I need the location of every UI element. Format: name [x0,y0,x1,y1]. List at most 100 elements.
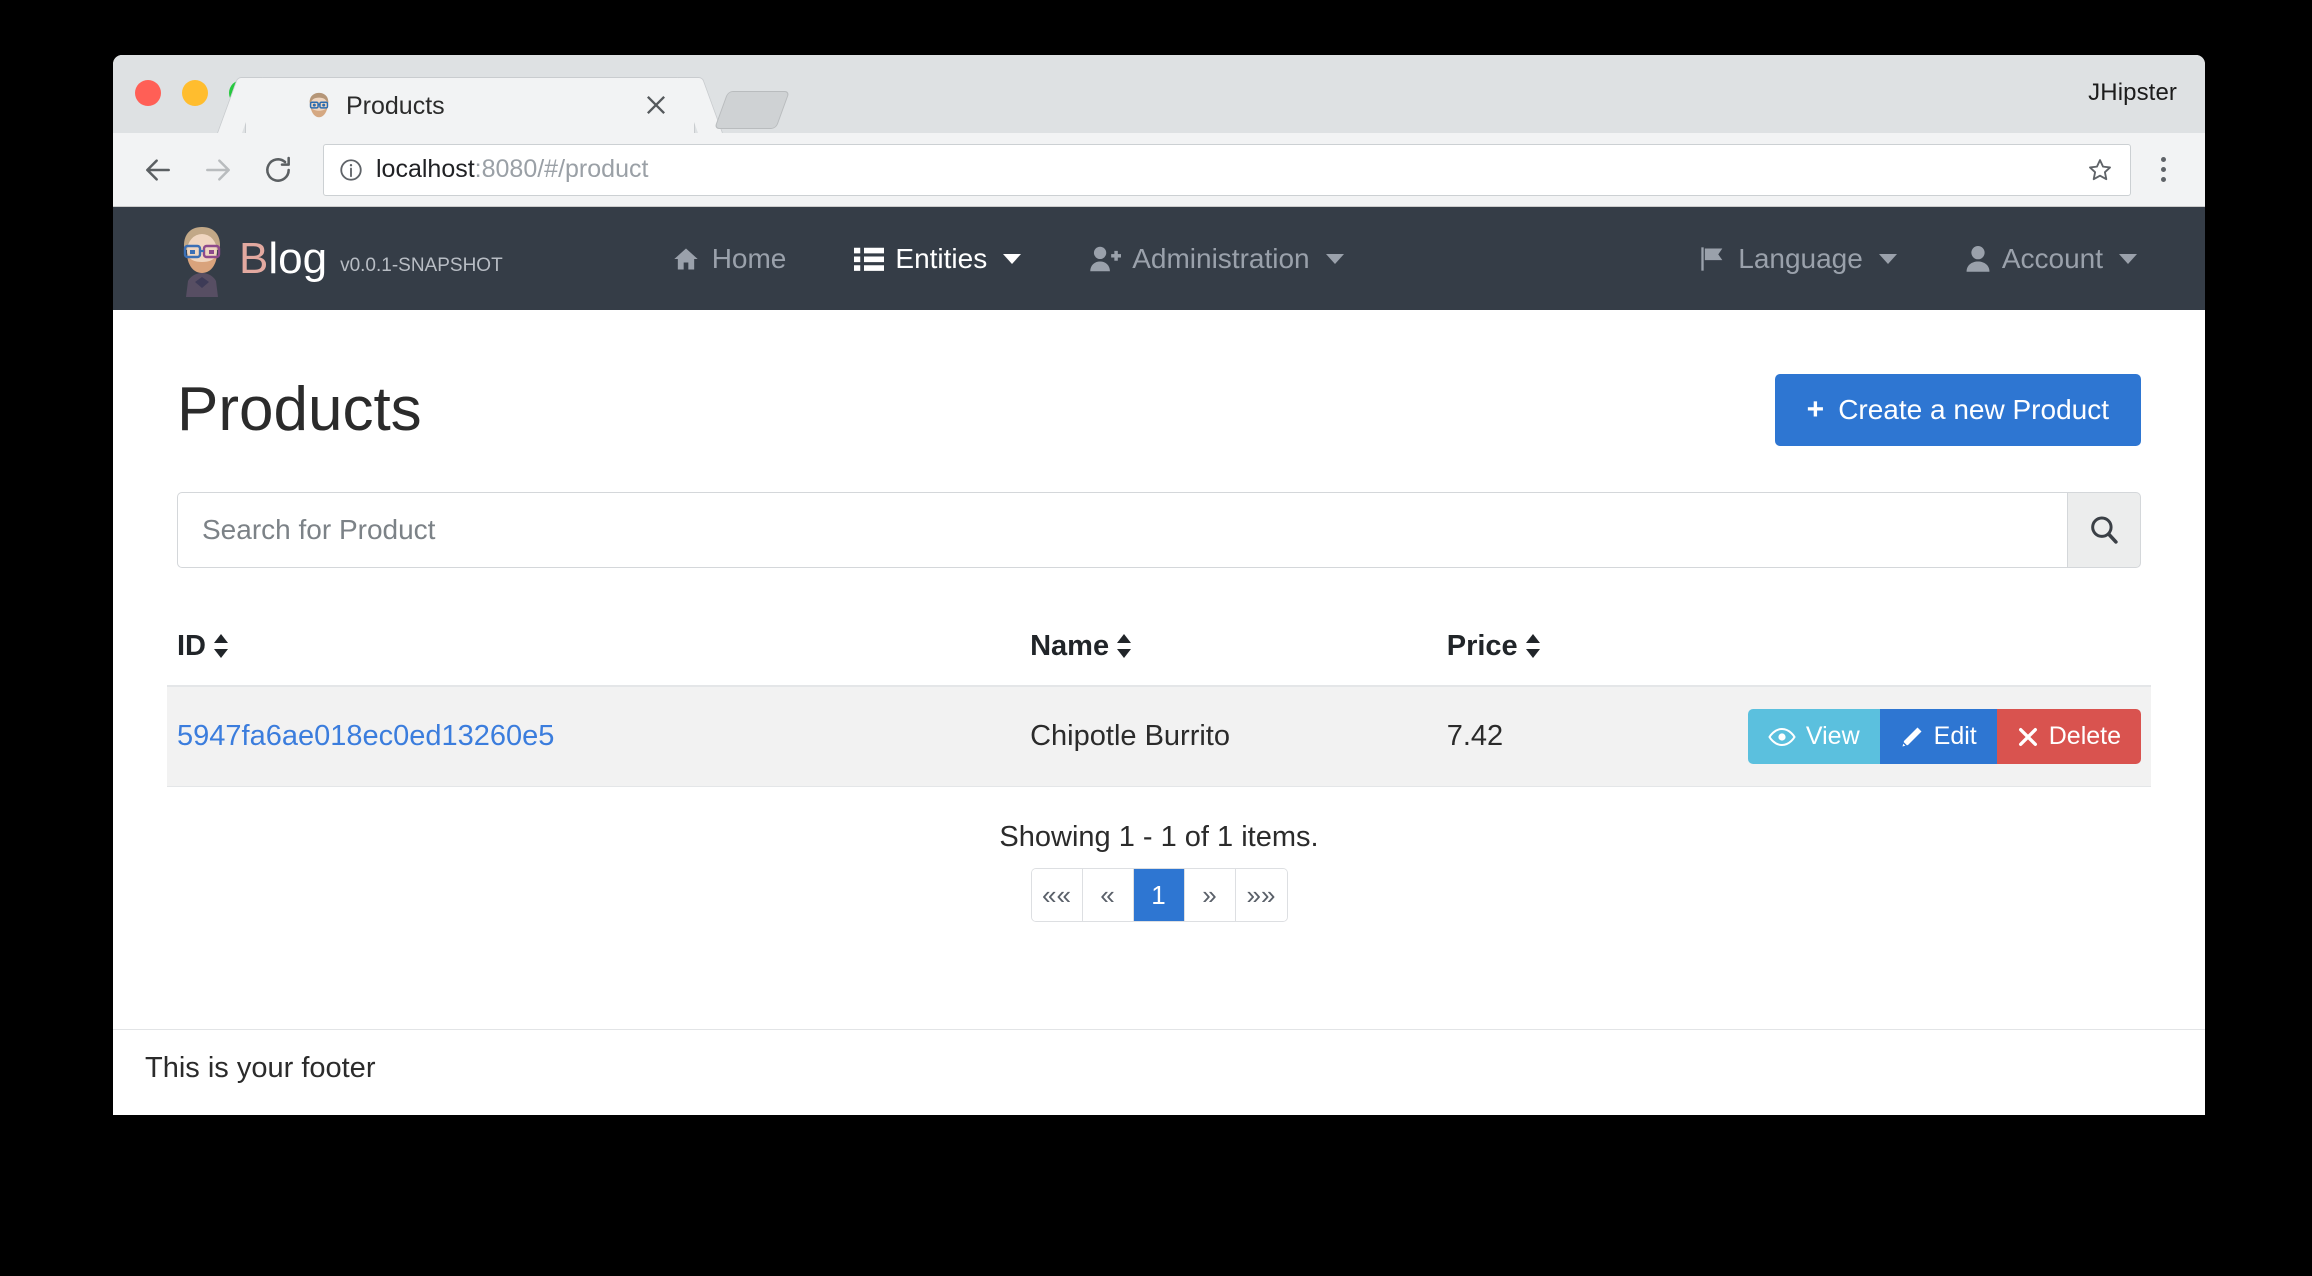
times-icon [2018,727,2037,746]
column-header-actions [1714,614,2151,687]
browser-toolbar: localhost:8080/#/product [113,133,2205,207]
user-icon [1966,245,1990,272]
edit-product-label: Edit [1933,722,1977,750]
view-product-label: View [1805,722,1860,750]
navbar-right-items: Language Account [1665,243,2171,275]
product-id-link[interactable]: 5947fa6ae018ec0ed13260e5 [177,720,554,752]
forward-arrow-icon[interactable] [195,147,241,193]
chevron-down-icon [2119,253,2137,264]
view-product-button[interactable]: View [1747,709,1880,764]
pagination-area: Showing 1 - 1 of 1 items. «« « 1 » »» [167,821,2151,922]
jhipster-favicon-icon [309,92,329,118]
url-host: localhost [376,155,475,183]
star-icon[interactable] [2086,156,2114,184]
nav-item-language[interactable]: Language [1665,243,1931,275]
brand-name-prefix: B [239,233,269,283]
close-window-button[interactable] [135,80,161,106]
delete-product-label: Delete [2048,722,2121,750]
brand-link[interactable]: Blog v0.0.1-SNAPSHOT [171,221,503,297]
nav-item-account[interactable]: Account [1931,243,2171,275]
search-button[interactable] [2067,492,2141,568]
brand-name: Blog [239,233,328,283]
column-header-price-label: Price [1446,630,1518,662]
page-footer: This is your footer [113,1029,2205,1115]
home-icon [674,248,698,269]
cell-price: 7.42 [1436,686,1715,787]
brand-version: v0.0.1-SNAPSHOT [340,254,503,276]
chevron-down-icon [1003,253,1022,264]
page-header: Products + Create a new Product [167,310,2151,446]
column-header-id[interactable]: ID [167,614,1021,687]
column-header-name[interactable]: Name [1020,614,1437,687]
jhipster-avatar-icon [183,226,221,297]
previous-page-button[interactable]: « [1082,869,1134,921]
nav-item-administration-label: Administration [1132,242,1310,274]
browser-profile-label[interactable]: JHipster [2088,79,2177,107]
column-header-price[interactable]: Price [1436,614,1715,687]
pagination: «« « 1 » »» [1030,868,1288,922]
table-header-row: ID Name Price [167,614,2151,687]
sort-icon[interactable] [1117,633,1132,659]
address-bar-url: localhost:8080/#/product [376,155,648,184]
close-tab-icon[interactable] [642,91,670,119]
navbar-main-items: Home Entities Administration [637,243,1666,275]
last-page-button[interactable]: »» [1235,869,1287,921]
column-header-name-label: Name [1030,630,1110,662]
brand-name-suffix: log [268,233,328,283]
products-table-body: 5947fa6ae018ec0ed13260e5 Chipotle Burrit… [167,686,2151,787]
nav-item-home-label: Home [711,242,787,274]
create-new-product-label: Create a new Product [1838,394,2109,425]
pagination-summary: Showing 1 - 1 of 1 items. [999,821,1319,853]
nav-item-entities-label: Entities [895,242,988,274]
browser-window: Products JHipster localhost:8080/#/produ… [113,55,2205,1115]
sort-icon[interactable] [1525,633,1540,659]
pencil-icon [1902,727,1922,746]
delete-product-button[interactable]: Delete [1996,709,2141,764]
browser-tab-products[interactable]: Products [245,77,695,133]
flag-icon [1701,246,1723,271]
back-arrow-icon[interactable] [135,147,181,193]
product-search-row [177,492,2141,568]
new-tab-button[interactable] [714,91,790,129]
nav-item-administration[interactable]: Administration [1055,243,1377,275]
page-title: Products [177,375,422,444]
search-input[interactable] [177,492,2067,568]
minimize-window-button[interactable] [182,80,208,106]
nav-item-account-label: Account [2001,242,2103,274]
plus-icon: + [1806,393,1825,426]
table-row: 5947fa6ae018ec0ed13260e5 Chipotle Burrit… [167,686,2151,787]
app-navbar: Blog v0.0.1-SNAPSHOT Home Entities Admin… [113,207,2205,310]
cell-name: Chipotle Burrito [1020,686,1437,787]
nav-item-entities[interactable]: Entities [820,243,1055,275]
nav-item-language-label: Language [1738,242,1863,274]
chevron-down-icon [1878,253,1897,264]
chevron-down-icon [1325,253,1344,264]
cell-actions: View Edit Delete [1714,686,2151,787]
edit-product-button[interactable]: Edit [1879,709,1997,764]
url-path: :8080/#/product [474,155,649,183]
products-table-head: ID Name Price [167,614,2151,687]
eye-icon [1768,727,1796,746]
nav-item-home[interactable]: Home [637,243,821,275]
reload-icon[interactable] [255,147,301,193]
column-header-id-label: ID [177,630,206,662]
footer-text: This is your footer [145,1052,376,1084]
create-new-product-button[interactable]: + Create a new Product [1774,374,2141,446]
first-page-button[interactable]: «« [1031,869,1083,921]
sort-icon[interactable] [214,633,228,659]
page-content: Products + Create a new Product Search f… [113,310,2205,922]
user-plus-icon [1090,246,1122,271]
list-icon [854,247,885,271]
row-action-button-group: View Edit Delete [1747,709,2141,764]
browser-tab-title: Products [346,92,445,120]
address-bar[interactable]: localhost:8080/#/product [323,143,2131,196]
page-viewport: Blog v0.0.1-SNAPSHOT Home Entities Admin… [113,207,2205,1115]
browser-tab-strip: Products JHipster [113,55,2205,133]
page-1-button[interactable]: 1 [1133,869,1185,921]
info-icon[interactable] [338,157,364,183]
search-icon [2091,516,2118,544]
next-page-button[interactable]: » [1184,869,1236,921]
products-table: ID Name Price 5947fa6ae018ec0ed13260e5 C… [167,614,2151,787]
cell-id: 5947fa6ae018ec0ed13260e5 [167,686,1021,787]
kebab-menu-icon[interactable] [2143,147,2183,193]
